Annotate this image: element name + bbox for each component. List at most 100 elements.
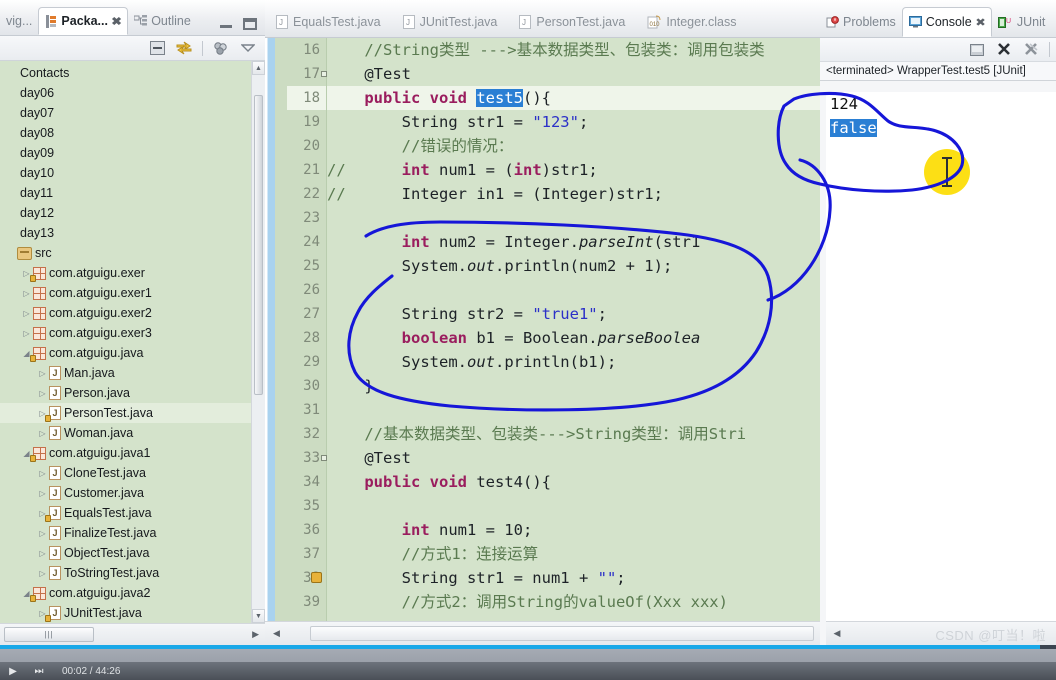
code-line[interactable]	[327, 278, 820, 302]
code-line[interactable]: //String类型 --->基本数据类型、包装类：调用包装类	[327, 38, 820, 62]
code-lines[interactable]: //String类型 --->基本数据类型、包装类：调用包装类 @Test pu…	[327, 38, 820, 621]
code-line[interactable]	[327, 494, 820, 518]
tree-expand-arrow[interactable]: ▷	[36, 489, 49, 498]
tree-expand-arrow[interactable]: ▷	[36, 549, 49, 558]
console-hscroll-left-arrow[interactable]: ◀	[830, 628, 844, 639]
tree-expand-arrow[interactable]: ▷	[36, 429, 49, 438]
tree-expand-arrow[interactable]: ▷	[36, 469, 49, 478]
view-menu-icon[interactable]	[212, 39, 230, 57]
clear-console-icon[interactable]	[968, 41, 986, 59]
tab-package-explorer[interactable]: Packa... ✖	[38, 7, 129, 35]
tree-expand-arrow[interactable]: ▷	[36, 389, 49, 398]
code-line[interactable]: System.out.println(b1);	[327, 350, 820, 374]
code-line[interactable]: public void test4(){	[327, 470, 820, 494]
tree-item-tostringtest-java[interactable]: ▷ J ToStringTest.java	[0, 563, 265, 583]
scroll-thumb[interactable]	[254, 95, 263, 395]
code-line[interactable]: }	[327, 374, 820, 398]
editor-tab-integer-class[interactable]: 010 Integer.class	[636, 7, 747, 37]
minimize-icon[interactable]	[219, 18, 233, 30]
tree-item-day09[interactable]: day09	[0, 143, 265, 163]
video-progress-track[interactable]	[0, 645, 1056, 649]
terminate-icon[interactable]	[995, 41, 1013, 59]
tree-item-com-atguigu-java1[interactable]: ◢ com.atguigu.java1	[0, 443, 265, 463]
tree-item-clonetest-java[interactable]: ▷ J CloneTest.java	[0, 463, 265, 483]
code-line[interactable]: @Test	[327, 62, 820, 86]
tab-navigator[interactable]: vig...	[0, 7, 38, 35]
tree-item-contacts[interactable]: Contacts	[0, 63, 265, 83]
code-line[interactable]	[327, 398, 820, 422]
code-line[interactable]: //方式2：调用String的valueOf(Xxx xxx)	[327, 590, 820, 614]
close-icon[interactable]: ✖	[111, 15, 122, 28]
tab-problems[interactable]: Problems	[820, 7, 902, 37]
tree-expand-arrow[interactable]: ▷	[20, 329, 33, 338]
tree-item-com-atguigu-exer[interactable]: ▷ com.atguigu.exer	[0, 263, 265, 283]
tree-item-com-atguigu-exer3[interactable]: ▷ com.atguigu.exer3	[0, 323, 265, 343]
view-dropdown-icon[interactable]	[239, 39, 257, 57]
tree-expand-arrow[interactable]: ▷	[20, 309, 33, 318]
tab-outline[interactable]: Outline	[128, 7, 197, 35]
code-line[interactable]: boolean b1 = Boolean.parseBoolea	[327, 326, 820, 350]
code-line[interactable]: //方式1：连接运算	[327, 542, 820, 566]
code-line[interactable]: String str1 = num1 + "";	[327, 566, 820, 590]
tab-console[interactable]: Console ✖	[901, 7, 992, 37]
tree-item-customer-java[interactable]: ▷ J Customer.java	[0, 483, 265, 503]
code-line[interactable]: // int num1 = (int)str1;	[327, 158, 820, 182]
tree-expand-arrow[interactable]: ▷	[36, 529, 49, 538]
tree-item-day12[interactable]: day12	[0, 203, 265, 223]
tree-item-day06[interactable]: day06	[0, 83, 265, 103]
hscroll-right-arrow[interactable]: ▶	[252, 629, 259, 640]
code-line[interactable]: int num2 = Integer.parseInt(str1	[327, 230, 820, 254]
code-line[interactable]: String str2 = "true1";	[327, 302, 820, 326]
collapse-all-icon[interactable]	[148, 39, 166, 57]
next-button[interactable]: ⏭	[26, 662, 52, 680]
code-line[interactable]: // Integer in1 = (Integer)str1;	[327, 182, 820, 206]
maximize-icon[interactable]	[243, 18, 257, 30]
editor-hscroll-left-arrow[interactable]: ◀	[273, 628, 280, 639]
left-panel-horizontal-scrollbar[interactable]: ||| ▶	[0, 623, 265, 645]
tree-expand-arrow[interactable]: ▷	[20, 289, 33, 298]
left-panel-vertical-scrollbar[interactable]: ▲ ▼	[251, 61, 265, 623]
code-line[interactable]: //基本数据类型、包装类--->String类型：调用Stri	[327, 422, 820, 446]
tree-item-finalizetest-java[interactable]: ▷ J FinalizeTest.java	[0, 523, 265, 543]
play-button[interactable]: ▶	[0, 662, 26, 680]
editor-hscroll-thumb[interactable]	[309, 626, 814, 641]
code-line[interactable]: public void test5(){	[327, 86, 820, 110]
code-area[interactable]: 16 17 18 19 20 21 22 23 24 25 26 27 28 29 30 31 32 33 34 35…	[265, 38, 820, 621]
code-line[interactable]: @Test	[327, 446, 820, 470]
tree-item-equalstest-java[interactable]: ▷ J EqualsTest.java	[0, 503, 265, 523]
hscroll-thumb[interactable]: |||	[4, 627, 94, 642]
editor-tab-junittest-java[interactable]: J JUnitTest.java	[392, 7, 509, 37]
tree-item-com-atguigu-java2[interactable]: ◢ com.atguigu.java2	[0, 583, 265, 603]
video-player-bar[interactable]: CSDN @叮当！啦 ▶ ⏭ 00:02 / 44:26	[0, 628, 1056, 680]
code-line[interactable]: //错误的情况：	[327, 134, 820, 158]
scroll-down-arrow[interactable]: ▼	[252, 609, 265, 623]
code-line[interactable]: String str1 = "123";	[327, 110, 820, 134]
tree-item-com-atguigu-exer1[interactable]: ▷ com.atguigu.exer1	[0, 283, 265, 303]
tab-junit[interactable]: U JUnit	[992, 7, 1051, 37]
tree-item-day07[interactable]: day07	[0, 103, 265, 123]
link-with-editor-icon[interactable]	[175, 39, 193, 57]
remove-all-terminated-icon[interactable]	[1022, 41, 1040, 59]
tree-item-day11[interactable]: day11	[0, 183, 265, 203]
editor-tab-equalstest-java[interactable]: J EqualsTest.java	[265, 7, 392, 37]
tree-item-src[interactable]: src	[0, 243, 265, 263]
tree-item-man-java[interactable]: ▷ J Man.java	[0, 363, 265, 383]
editor-horizontal-scrollbar[interactable]: ◀	[265, 621, 820, 645]
tree-item-day13[interactable]: day13	[0, 223, 265, 243]
project-tree[interactable]: Contacts day06 day07 day08 day09 day10 day11 da…	[0, 61, 265, 623]
code-line[interactable]	[327, 206, 820, 230]
editor-tab-persontest-java[interactable]: J PersonTest.java	[508, 7, 636, 37]
tree-item-objecttest-java[interactable]: ▷ J ObjectTest.java	[0, 543, 265, 563]
code-line[interactable]: System.out.println(num2 + 1);	[327, 254, 820, 278]
tree-expand-arrow[interactable]: ▷	[36, 569, 49, 578]
tree-item-persontest-java[interactable]: ▷ J PersonTest.java	[0, 403, 265, 423]
scroll-up-arrow[interactable]: ▲	[252, 61, 265, 75]
tree-item-junittest-java[interactable]: ▷ J JUnitTest.java	[0, 603, 265, 623]
tree-item-day08[interactable]: day08	[0, 123, 265, 143]
console-output[interactable]: 124 false	[826, 92, 1056, 621]
tree-expand-arrow[interactable]: ▷	[36, 369, 49, 378]
tree-item-woman-java[interactable]: ▷ J Woman.java	[0, 423, 265, 443]
code-line[interactable]: int num1 = 10;	[327, 518, 820, 542]
tree-item-day10[interactable]: day10	[0, 163, 265, 183]
close-icon[interactable]: ✖	[975, 16, 986, 29]
